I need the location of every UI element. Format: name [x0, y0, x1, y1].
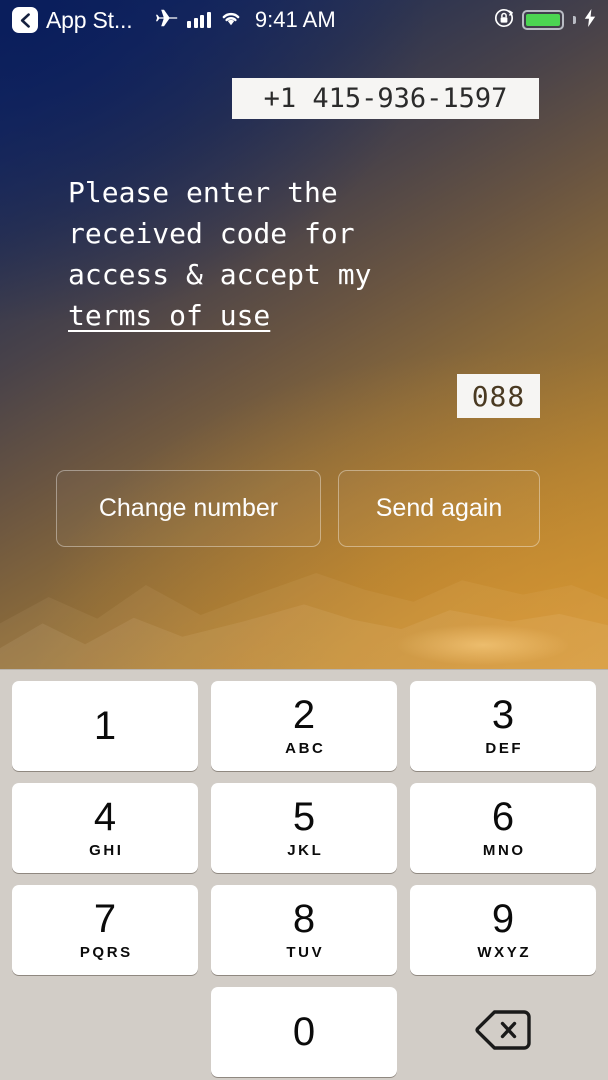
keypad-digit-label: 4 [93, 795, 117, 839]
wifi-icon [220, 9, 242, 31]
send-again-button[interactable]: Send again [338, 470, 540, 547]
keypad-digit-label: 8 [292, 897, 316, 941]
battery-full-icon [522, 10, 564, 30]
keypad-digit-label: 9 [491, 897, 515, 941]
phone-number-input[interactable]: +1 415-936-1597 [232, 78, 539, 119]
keypad-letters-label: ABC [285, 740, 326, 757]
keypad-letters-label: GHI [89, 842, 124, 859]
status-bar-left: App St... [12, 7, 133, 34]
back-app-label[interactable]: App St... [46, 7, 133, 34]
keypad-digit-label: 2 [292, 693, 316, 737]
keypad-digit-label: 0 [292, 1010, 316, 1054]
keypad-letters-label: JKL [287, 842, 324, 859]
keypad-letters-label: WXYZ [477, 944, 532, 961]
instruction-line-3: access & accept my [68, 258, 372, 291]
keypad-key-7[interactable]: 7 PQRS [12, 885, 198, 975]
keypad-key-6[interactable]: 6 MNO [410, 783, 596, 873]
airplane-icon [156, 9, 178, 32]
keypad-key-3[interactable]: 3 DEF [410, 681, 596, 771]
sun-glow [398, 625, 568, 665]
verification-code-input[interactable]: 088 [457, 374, 540, 418]
keypad-key-2[interactable]: 2 ABC [211, 681, 397, 771]
battery-level-fill [526, 14, 560, 26]
keypad-letters-label: DEF [485, 740, 524, 757]
status-bar: App St... 9:41 AM [0, 0, 608, 40]
keypad-key-0[interactable]: 0 [211, 987, 397, 1077]
status-bar-center: 9:41 AM [156, 7, 336, 33]
cellular-bars-icon [187, 12, 211, 28]
keypad-digit-label: 5 [292, 795, 316, 839]
keypad-letters-label: TUV [286, 944, 325, 961]
instruction-text: Please enter the received code for acces… [68, 172, 488, 336]
keypad-key-4[interactable]: 4 GHI [12, 783, 198, 873]
back-to-app-button[interactable] [12, 7, 38, 33]
keypad-backspace-key[interactable] [410, 987, 596, 1077]
send-again-label: Send again [375, 494, 503, 522]
backspace-delete-icon [474, 1008, 532, 1057]
status-bar-clock: 9:41 AM [254, 7, 336, 32]
rotation-lock-icon [494, 8, 514, 33]
battery-terminal [573, 16, 576, 24]
chevron-left-icon [19, 12, 32, 28]
verification-code-value: 088 [471, 379, 526, 413]
keypad-digit-label: 6 [491, 795, 515, 839]
instruction-line-1: Please enter the [68, 176, 338, 209]
instruction-line-2: received code for [68, 217, 355, 250]
status-bar-right [494, 8, 596, 33]
change-number-button[interactable]: Change number [56, 470, 321, 547]
keypad-digit-label: 7 [93, 897, 117, 941]
phone-screen: App St... 9:41 AM +1 415-936-1597 Please… [0, 0, 608, 1080]
keypad-key-5[interactable]: 5 JKL [211, 783, 397, 873]
change-number-label: Change number [98, 494, 279, 522]
terms-of-use-link[interactable]: terms of use [68, 299, 270, 332]
keypad-key-1[interactable]: 1 [12, 681, 198, 771]
phone-number-value: +1 415-936-1597 [263, 83, 508, 114]
keypad-digit-label: 1 [93, 704, 117, 748]
numeric-keypad: 1 2 ABC 3 DEF 4 GHI 5 JKL 6 MNO 7 PQRS 8 TUV 9 WXYZ 0 [0, 669, 608, 1080]
keypad-digit-label: 3 [491, 693, 515, 737]
keypad-key-8[interactable]: 8 TUV [211, 885, 397, 975]
keypad-letters-label: MNO [482, 842, 526, 859]
keypad-key-9[interactable]: 9 WXYZ [410, 885, 596, 975]
keypad-letters-label: PQRS [79, 944, 133, 961]
lightning-bolt-icon [584, 8, 596, 32]
